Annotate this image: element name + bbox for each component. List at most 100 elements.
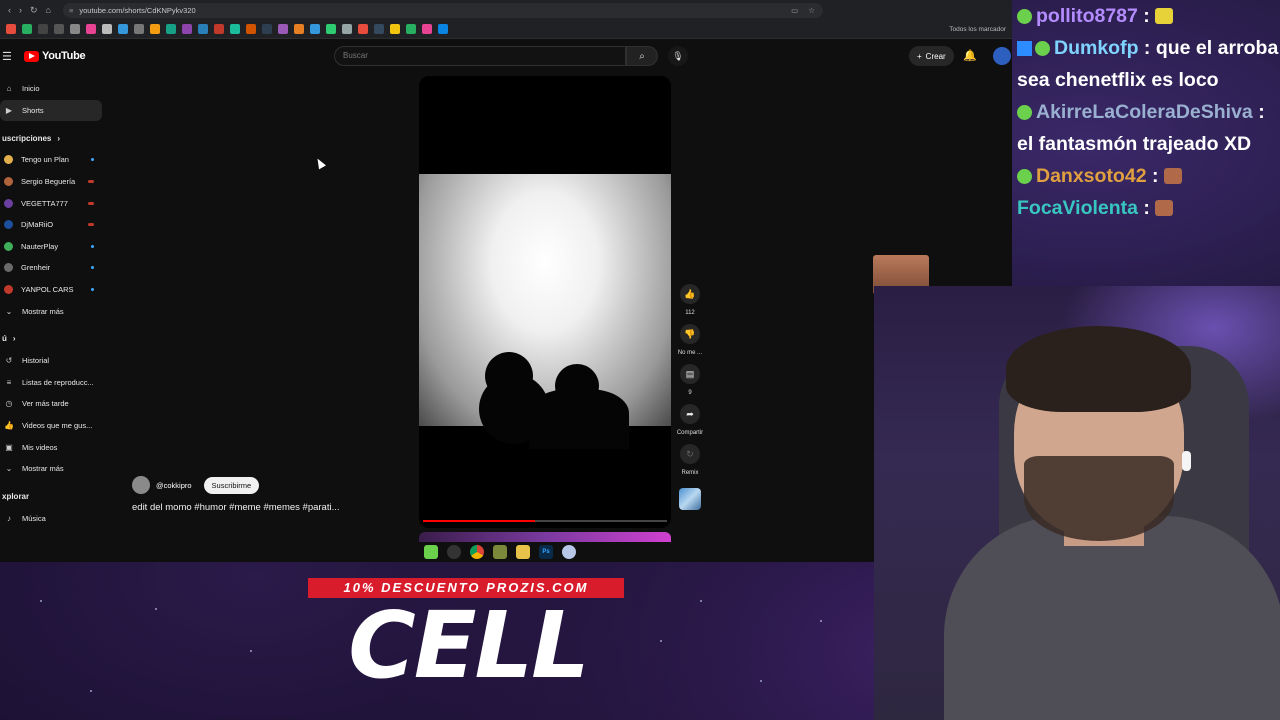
- comment-icon[interactable]: ▤: [680, 364, 700, 384]
- youtube-play-icon: [24, 50, 39, 62]
- bookmark-icon[interactable]: [278, 24, 288, 34]
- bookmark-icon[interactable]: [166, 24, 176, 34]
- address-bar[interactable]: ≡ youtube.com/shorts/CdKNPykv320 ▭ ☆: [62, 2, 823, 18]
- dislike-action[interactable]: 👎 No me ...: [678, 324, 702, 358]
- bookmark-icon[interactable]: [326, 24, 336, 34]
- back-icon[interactable]: ‹: [8, 5, 11, 16]
- bookmark-icon[interactable]: [134, 24, 144, 34]
- notifications-bell-icon[interactable]: 🔔: [963, 49, 977, 62]
- bookmark-icon[interactable]: [294, 24, 304, 34]
- bookmark-icon[interactable]: [246, 24, 256, 34]
- sidebar-item-playlists[interactable]: ≡ Listas de reproducc...: [0, 372, 108, 394]
- search-button[interactable]: ⌕: [626, 46, 658, 66]
- remix-action[interactable]: ↻ Remix: [680, 444, 700, 478]
- sidebar-item-label: DjMaRiiO: [21, 220, 54, 230]
- subscribe-button[interactable]: Suscribirme: [203, 476, 260, 494]
- bookmark-icon[interactable]: [214, 24, 224, 34]
- sidebar-item-history[interactable]: ↺ Historial: [0, 350, 108, 372]
- sidebar-item-my-videos[interactable]: ▣ Mis videos: [0, 436, 108, 458]
- bookmark-star-icon[interactable]: ☆: [808, 6, 815, 15]
- bookmark-icon[interactable]: [150, 24, 160, 34]
- home-icon[interactable]: ⌂: [46, 5, 51, 16]
- bookmark-icon[interactable]: [422, 24, 432, 34]
- sidebar-you-heading[interactable]: ú ›: [0, 328, 108, 350]
- menu-icon[interactable]: ☰: [2, 50, 12, 63]
- bookmark-icon[interactable]: [22, 24, 32, 34]
- bookmark-icon[interactable]: [54, 24, 64, 34]
- sidebar-item-subscription[interactable]: NauterPlay: [0, 236, 108, 258]
- voice-search-button[interactable]: 🎙: [668, 46, 688, 66]
- short-video-player[interactable]: [419, 76, 671, 528]
- sidebar-item-shorts[interactable]: ▶ Shorts: [0, 99, 102, 122]
- bookmark-icon[interactable]: [118, 24, 128, 34]
- account-avatar[interactable]: [993, 47, 1011, 65]
- app-icon[interactable]: [424, 544, 438, 559]
- sidebar-item-music[interactable]: ♪ Música: [0, 508, 108, 530]
- next-short-preview[interactable]: [419, 532, 671, 542]
- create-button[interactable]: + Crear: [909, 46, 954, 66]
- youtube-logo[interactable]: YouTube: [24, 50, 86, 62]
- chrome-icon[interactable]: [470, 544, 484, 559]
- like-action[interactable]: 👍 112: [680, 284, 700, 318]
- chevron-right-icon: ›: [12, 334, 16, 344]
- search-input[interactable]: Buscar: [334, 46, 626, 66]
- folder-icon[interactable]: [516, 544, 530, 559]
- install-icon[interactable]: ▭: [791, 6, 798, 15]
- short-caption[interactable]: edit del momo #humor #meme #memes #parat…: [132, 502, 340, 513]
- channel-avatar[interactable]: [132, 476, 150, 494]
- photoshop-icon[interactable]: Ps: [539, 544, 553, 559]
- bookmark-icon[interactable]: [102, 24, 112, 34]
- sidebar-item-watch-later[interactable]: ◷ Ver más tarde: [0, 393, 108, 415]
- bookmark-icon[interactable]: [358, 24, 368, 34]
- sidebar-item-show-more[interactable]: ⌄ Mostrar más: [0, 300, 108, 322]
- sidebar-item-subscription[interactable]: YANPOL CARS: [0, 279, 108, 301]
- app-icon[interactable]: [493, 544, 507, 559]
- bookmark-icon[interactable]: [182, 24, 192, 34]
- video-progress-bar[interactable]: [423, 520, 667, 522]
- channel-name[interactable]: @cokkipro: [156, 481, 192, 490]
- create-label: Crear: [925, 51, 946, 61]
- app-icon[interactable]: [562, 544, 576, 559]
- bookmark-icon[interactable]: [86, 24, 96, 34]
- bookmark-icon[interactable]: [342, 24, 352, 34]
- bookmark-icon[interactable]: [390, 24, 400, 34]
- thumbs-up-icon[interactable]: 👍: [680, 284, 700, 304]
- sidebar-item-subscription[interactable]: VEGETTA777: [0, 192, 108, 214]
- app-icon[interactable]: [447, 544, 461, 559]
- bookmark-icon[interactable]: [70, 24, 80, 34]
- comments-action[interactable]: ▤ 9: [680, 364, 700, 398]
- bookmark-icon[interactable]: [230, 24, 240, 34]
- all-bookmarks-link[interactable]: Todos los marcador: [949, 26, 1006, 33]
- audio-thumbnail[interactable]: [679, 488, 701, 510]
- site-info-icon[interactable]: ≡: [69, 6, 73, 15]
- bookmark-icon[interactable]: [374, 24, 384, 34]
- sidebar-item-liked[interactable]: 👍 Videos que me gus...: [0, 415, 108, 437]
- bookmark-icon[interactable]: [6, 24, 16, 34]
- remix-icon[interactable]: ↻: [680, 444, 700, 464]
- bookmark-icon[interactable]: [262, 24, 272, 34]
- forward-icon[interactable]: ›: [19, 5, 22, 16]
- share-icon[interactable]: ➦: [680, 404, 700, 424]
- browser-toolbar: ‹ › ↻ ⌂ ≡ youtube.com/shorts/CdKNPykv320…: [0, 0, 1012, 20]
- sidebar-subscriptions-heading[interactable]: uscripciones ›: [0, 127, 108, 149]
- sidebar-item-subscription[interactable]: DjMaRiiO: [0, 214, 108, 236]
- thumbs-down-icon[interactable]: 👎: [680, 324, 700, 344]
- bookmark-icon[interactable]: [38, 24, 48, 34]
- video-frame: [419, 174, 671, 449]
- sidebar-item-show-more-2[interactable]: ⌄ Mostrar más: [0, 458, 108, 480]
- new-content-dot: [91, 266, 94, 270]
- bookmark-icon[interactable]: [310, 24, 320, 34]
- video-icon: ▣: [5, 442, 13, 452]
- section-title: uscripciones: [2, 133, 52, 143]
- sidebar-item-subscription[interactable]: Sergio Beguería: [0, 171, 108, 193]
- bookmark-icon[interactable]: [406, 24, 416, 34]
- bookmark-icon[interactable]: [198, 24, 208, 34]
- chat-badge-icon: [1017, 9, 1032, 24]
- reload-icon[interactable]: ↻: [30, 5, 38, 16]
- share-action[interactable]: ➦ Compartir: [677, 404, 703, 438]
- sidebar-item-subscription[interactable]: Tengo un Plan: [0, 149, 108, 171]
- sidebar-item-home[interactable]: ⌂ Inicio: [0, 78, 108, 100]
- new-content-dot: [91, 158, 94, 162]
- sidebar-item-subscription[interactable]: Grenheir: [0, 257, 108, 279]
- bookmark-icon[interactable]: [438, 24, 448, 34]
